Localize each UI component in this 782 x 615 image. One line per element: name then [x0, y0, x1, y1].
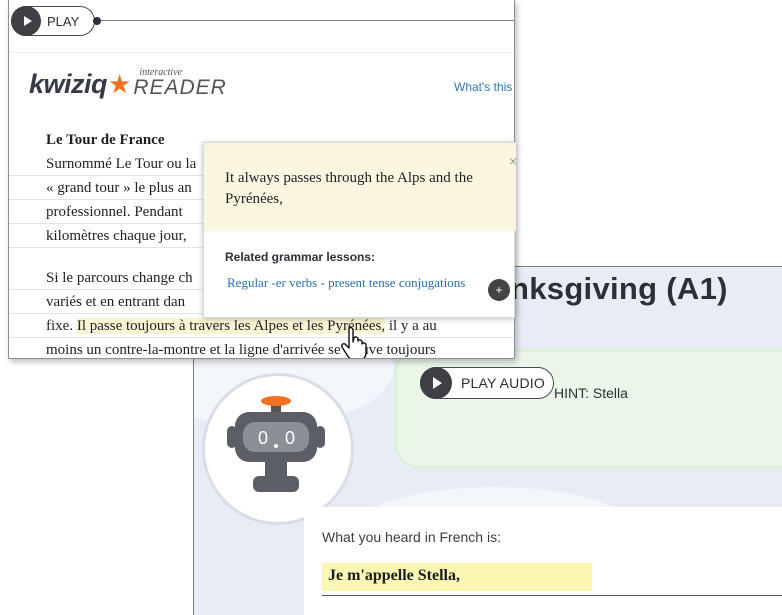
play-button[interactable]: PLAY	[11, 6, 95, 36]
play-icon	[11, 6, 41, 36]
progress-handle[interactable]	[93, 17, 101, 25]
translation-text: It always passes through the Alps and th…	[225, 170, 473, 207]
text-line[interactable]: moins un contre-la-montre et la ligne d'…	[9, 338, 514, 358]
svg-text:0: 0	[258, 428, 268, 448]
kwiziq-logo: kwiziq ★ interactive READER	[29, 67, 227, 100]
logo-sub-large: READER	[133, 76, 227, 99]
play-audio-label: PLAY AUDIO	[461, 375, 545, 391]
close-icon[interactable]: ×	[509, 153, 517, 169]
answer-card: What you heard in French is: Je m'appell…	[304, 507, 782, 615]
robot-icon: 0 0	[227, 396, 325, 492]
play-icon	[420, 367, 452, 399]
reader-header: kwiziq ★ interactive READER What's this	[9, 52, 514, 110]
whats-this-link[interactable]: What's this	[454, 80, 512, 94]
translation-popup: It always passes through the Alps and th…	[203, 142, 517, 318]
svg-text:0: 0	[285, 428, 295, 448]
robot-avatar: 0 0	[202, 373, 354, 525]
text-segment[interactable]: fixe.	[46, 318, 73, 334]
play-label: PLAY	[47, 13, 80, 29]
audio-player: PLAY	[9, 0, 514, 44]
add-to-notebook-icon[interactable]: +	[488, 279, 510, 301]
star-icon: ★	[108, 69, 132, 99]
heard-label: What you heard in French is:	[322, 529, 501, 545]
progress-track[interactable]	[101, 20, 514, 21]
hand-cursor-icon	[341, 326, 367, 358]
hint-text: HINT: Stella	[554, 385, 628, 401]
exercise-title: nksgiving (A1)	[510, 271, 728, 306]
logo-brand: kwiziq	[29, 69, 108, 99]
logo-subtitle: interactive READER	[133, 67, 227, 98]
text-segment[interactable]: il y a au	[385, 318, 437, 334]
answer-field[interactable]: Je m'appelle Stella,	[322, 563, 592, 591]
answer-underline	[322, 595, 782, 596]
related-lessons-label: Related grammar lessons:	[225, 250, 376, 264]
grammar-lesson-link[interactable]: Regular -er verbs - present tense conjug…	[227, 275, 467, 290]
play-audio-button[interactable]: PLAY AUDIO	[420, 367, 554, 399]
highlighted-sentence[interactable]: Il passe toujours à travers les Alpes et…	[76, 318, 386, 334]
